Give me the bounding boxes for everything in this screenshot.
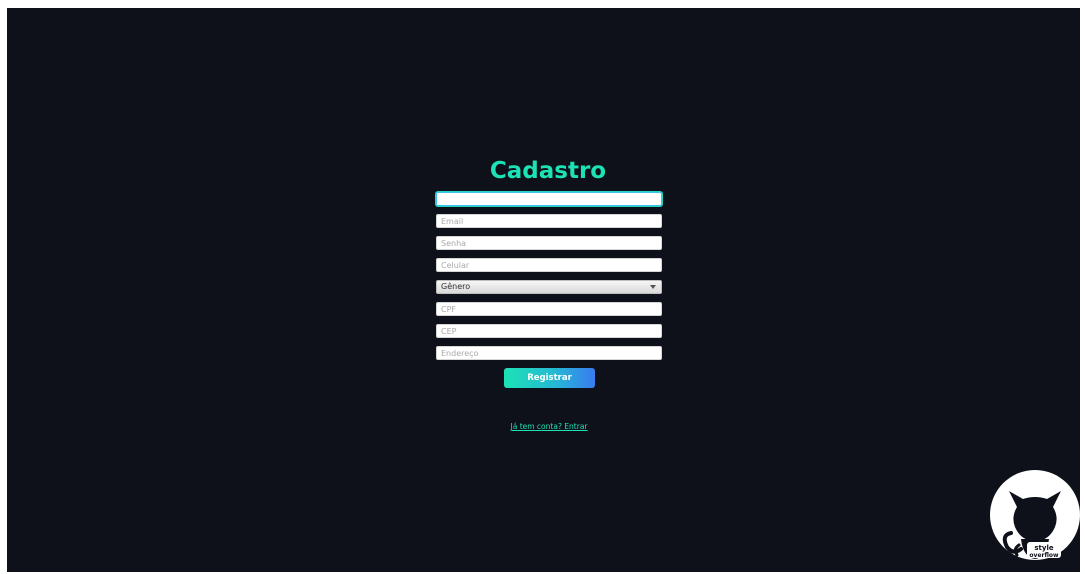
register-form: Cadastro Gênero Registrar Já tem conta? … <box>436 158 662 431</box>
gender-select[interactable]: Gênero <box>436 280 662 294</box>
octocat-icon: style overflow <box>990 470 1080 560</box>
name-input[interactable] <box>436 192 662 206</box>
chevron-down-icon <box>650 285 656 289</box>
password-input[interactable] <box>436 236 662 250</box>
cpf-input[interactable] <box>436 302 662 316</box>
style-overflow-badge[interactable]: style overflow <box>989 469 1080 561</box>
register-button[interactable]: Registrar <box>504 368 595 388</box>
badge-text-line2: overflow <box>1029 552 1059 559</box>
email-input[interactable] <box>436 214 662 228</box>
badge-text-line1: style <box>1034 544 1053 552</box>
page-viewport: Cadastro Gênero Registrar Já tem conta? … <box>7 8 1080 572</box>
phone-input[interactable] <box>436 258 662 272</box>
cep-input[interactable] <box>436 324 662 338</box>
login-link[interactable]: Já tem conta? Entrar <box>436 422 662 432</box>
gender-select-value: Gênero <box>441 282 471 291</box>
address-input[interactable] <box>436 346 662 360</box>
page-title: Cadastro <box>489 158 607 184</box>
